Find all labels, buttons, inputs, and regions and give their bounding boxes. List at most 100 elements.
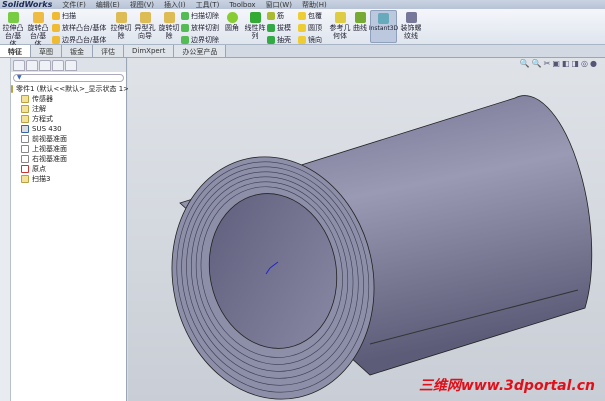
sweep-button[interactable]: 扫描: [52, 11, 76, 21]
label: 参考几何体: [329, 24, 351, 40]
tab-evaluate[interactable]: 评估: [93, 45, 124, 57]
wrap-button[interactable]: 包覆: [298, 11, 322, 21]
label: Instant3D: [368, 25, 399, 32]
tree-item[interactable]: 方程式: [11, 114, 126, 124]
shell-button[interactable]: 抽壳: [267, 35, 291, 45]
plane-icon: [21, 145, 29, 153]
label: 拉伸切除: [110, 24, 132, 40]
extrude-boss-button[interactable]: 拉伸凸台/基体: [2, 12, 24, 48]
tab-dimxpert[interactable]: DimXpert: [124, 45, 175, 57]
tab-office[interactable]: 办公室产品: [174, 45, 227, 57]
label: 方程式: [32, 115, 53, 123]
loft-cut-icon: [181, 24, 189, 32]
label: 右视基准面: [32, 155, 67, 163]
boundary-cut-icon: [181, 36, 189, 44]
graphics-area[interactable]: 🔍🔍✂▣◧◨◎● 三维网www.3dportal.cn: [128, 58, 605, 401]
app-logo: SolidWorks: [2, 0, 53, 9]
sweep-icon: [52, 12, 60, 20]
origin-icon: [21, 165, 29, 173]
tree-item[interactable]: 前视基准面: [11, 134, 126, 144]
boundary-button[interactable]: 边界凸台/基体: [52, 35, 106, 45]
tab-sheet-metal[interactable]: 钣金: [62, 45, 93, 57]
tab-features[interactable]: 特征: [0, 45, 31, 57]
equation-icon: [21, 115, 29, 123]
fillet-icon: [226, 12, 238, 23]
property-tab-icon[interactable]: [26, 60, 38, 71]
title-bar: SolidWorks 文件(F) 编辑(E) 视图(V) 插入(I) 工具(T)…: [0, 0, 605, 9]
sweep-cut-button[interactable]: 扫描切除: [181, 11, 219, 21]
revolve-boss-button[interactable]: 旋转凸台/基体: [27, 12, 49, 48]
loft-icon: [52, 24, 60, 32]
left-toolbar[interactable]: [0, 58, 11, 401]
label: 异型孔向导: [134, 24, 156, 40]
tree-filter-input[interactable]: ▼: [13, 74, 124, 82]
tree-item[interactable]: 注解: [11, 104, 126, 114]
loft-button[interactable]: 放样凸台/基体: [52, 23, 106, 33]
feature-tree: 零件1 (默认<<默认>_显示状态 1>) 传感器 注解 方程式 SUS 430…: [11, 84, 132, 184]
mirror-icon: [298, 36, 306, 44]
label: SUS 430: [32, 125, 62, 133]
shell-icon: [267, 36, 275, 44]
dome-button[interactable]: 圆顶: [298, 23, 322, 33]
linear-pattern-button[interactable]: 线性阵列: [243, 12, 267, 40]
wrap-icon: [298, 12, 306, 20]
dome-icon: [298, 24, 306, 32]
config-tab-icon[interactable]: [39, 60, 51, 71]
command-tabs: 特征 草图 钣金 评估 DimXpert 办公室产品: [0, 45, 605, 58]
extrude-boss-icon: [7, 12, 19, 23]
label: 边界凸台/基体: [62, 36, 107, 44]
feature-manager: ▼ 零件1 (默认<<默认>_显示状态 1>) 传感器 注解 方程式 SUS 4…: [11, 58, 132, 401]
watermark: 三维网www.3dportal.cn: [418, 378, 595, 394]
extrude-cut-button[interactable]: 拉伸切除: [110, 12, 132, 40]
draft-button[interactable]: 拔模: [267, 23, 291, 33]
label: 包覆: [308, 12, 322, 20]
tree-item[interactable]: 原点: [11, 164, 126, 174]
label: 镜向: [308, 36, 322, 44]
label: 注解: [32, 105, 46, 113]
cosmetic-thread-icon: [405, 12, 417, 23]
hole-wizard-icon: [139, 12, 151, 23]
tree-item[interactable]: 扫描3: [11, 174, 126, 184]
coil-model: [171, 95, 593, 400]
label: 旋转切除: [158, 24, 180, 40]
revolve-cut-icon: [163, 12, 175, 23]
material-icon: [21, 125, 29, 133]
command-manager: 拉伸凸台/基体 旋转凸台/基体 扫描 放样凸台/基体 边界凸台/基体 拉伸切除 …: [0, 9, 605, 48]
reference-geometry-button[interactable]: 参考几何体: [328, 12, 352, 40]
loft-cut-button[interactable]: 放样切割: [181, 23, 219, 33]
label: 线性阵列: [244, 24, 266, 40]
label: 原点: [32, 165, 46, 173]
tree-root[interactable]: 零件1 (默认<<默认>_显示状态 1>): [11, 84, 132, 94]
tab-sketch[interactable]: 草图: [31, 45, 62, 57]
dimxpert-tab-icon[interactable]: [52, 60, 64, 71]
label: 圆顶: [308, 24, 322, 32]
boundary-cut-button[interactable]: 边界切除: [181, 35, 219, 45]
fillet-button[interactable]: 圆角: [223, 12, 241, 32]
feature-tree-tab-icon[interactable]: [13, 60, 25, 71]
tree-item[interactable]: SUS 430: [11, 124, 126, 134]
display-tab-icon[interactable]: [65, 60, 77, 71]
label: 装饰螺纹线: [400, 24, 422, 40]
curves-button[interactable]: 曲线: [352, 12, 368, 32]
mirror-button[interactable]: 镜向: [298, 35, 322, 45]
sensor-icon: [21, 95, 29, 103]
instant3d-button[interactable]: Instant3D: [368, 10, 399, 43]
sweep-feature-icon: [21, 175, 29, 183]
sweep-cut-icon: [181, 12, 189, 20]
revolve-cut-button[interactable]: 旋转切除: [158, 12, 180, 40]
tree-item[interactable]: 右视基准面: [11, 154, 126, 164]
rib-icon: [267, 12, 275, 20]
tree-item[interactable]: 传感器: [11, 94, 126, 104]
cosmetic-thread-button[interactable]: 装饰螺纹线: [400, 12, 422, 40]
label: 筋: [277, 12, 284, 20]
tree-item[interactable]: 上视基准面: [11, 144, 126, 154]
menu-toolbox[interactable]: Toolbox: [229, 1, 255, 9]
draft-icon: [267, 24, 275, 32]
rib-button[interactable]: 筋: [267, 11, 284, 21]
hole-wizard-button[interactable]: 异型孔向导: [134, 12, 156, 40]
part-icon: [11, 85, 13, 93]
label: 前视基准面: [32, 135, 67, 143]
panel-tabs: [11, 58, 126, 72]
label: 扫描切除: [191, 12, 219, 20]
extrude-cut-icon: [115, 12, 127, 23]
